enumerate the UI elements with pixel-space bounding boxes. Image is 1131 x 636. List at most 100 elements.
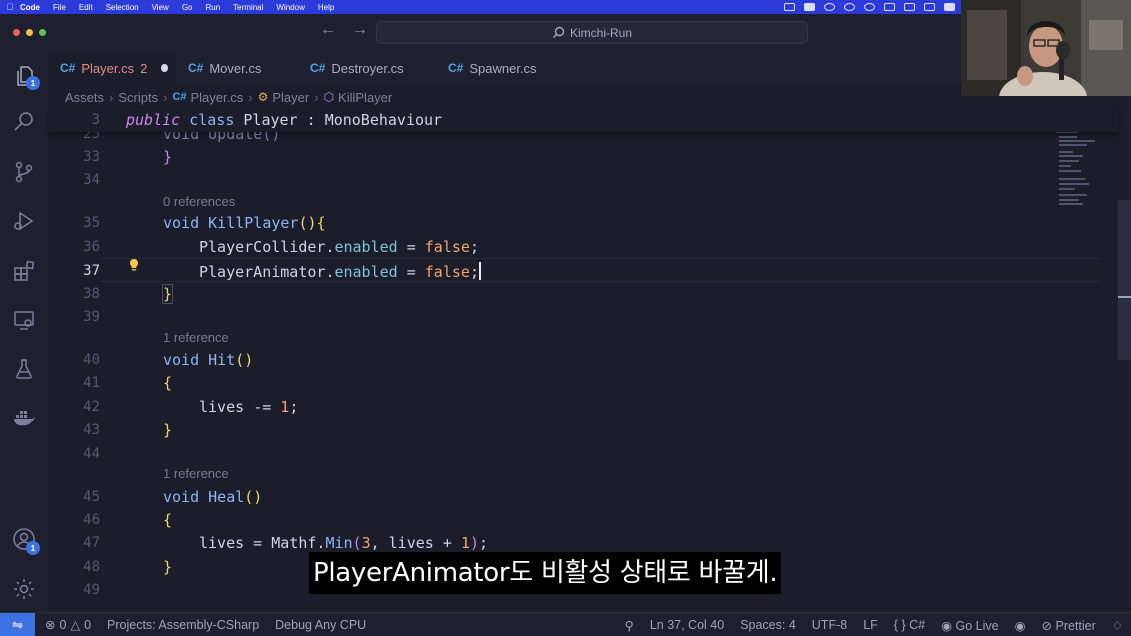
tab-label: Player.cs bbox=[81, 60, 135, 76]
codelens-references[interactable]: 0 references bbox=[163, 194, 235, 209]
volume-icon[interactable] bbox=[884, 3, 895, 11]
screen-record-icon[interactable] bbox=[784, 3, 795, 11]
apple-icon[interactable]:  bbox=[0, 2, 20, 12]
go-live-button[interactable]: ◉ Go Live bbox=[941, 618, 999, 633]
docker-icon[interactable] bbox=[12, 405, 36, 429]
source-control-icon[interactable] bbox=[12, 160, 36, 184]
battery-icon[interactable] bbox=[924, 3, 935, 11]
code-editor[interactable]: 25 void Update() 3 public class Player :… bbox=[48, 108, 1118, 612]
double-check-icon: ⊘ bbox=[1041, 618, 1052, 633]
menu-view[interactable]: View bbox=[152, 3, 169, 12]
remote-explorer-icon[interactable] bbox=[12, 308, 36, 332]
tab-destroyer-cs[interactable]: C# Destroyer.cs bbox=[298, 52, 436, 84]
code-line: void Hit() bbox=[163, 351, 254, 369]
indentation-status[interactable]: Spaces: 4 bbox=[740, 618, 796, 632]
chevron-right-icon: › bbox=[109, 89, 114, 105]
command-center-search[interactable]: Kimchi-Run bbox=[376, 21, 808, 44]
close-window-button[interactable] bbox=[13, 29, 20, 36]
code-line: } bbox=[163, 148, 173, 166]
error-icon: ⊗ bbox=[45, 618, 56, 632]
link-icon[interactable] bbox=[864, 3, 875, 11]
line-number: 42 bbox=[83, 399, 100, 415]
project-status[interactable]: Projects: Assembly-CSharp bbox=[107, 618, 259, 632]
sticky-scroll-header[interactable]: 3 public class Player : MonoBehaviour bbox=[48, 108, 1118, 132]
breadcrumb-file[interactable]: Player.cs bbox=[191, 90, 244, 105]
run-debug-icon[interactable] bbox=[12, 209, 36, 233]
encoding-status[interactable]: UTF-8 bbox=[812, 618, 847, 632]
menu-terminal[interactable]: Terminal bbox=[233, 3, 263, 12]
eol-status[interactable]: LF bbox=[863, 618, 878, 632]
line-number: 45 bbox=[83, 489, 100, 505]
menu-window[interactable]: Window bbox=[276, 3, 304, 12]
tab-mover-cs[interactable]: C# Mover.cs bbox=[176, 52, 298, 84]
line-number: 3 bbox=[91, 112, 100, 128]
breadcrumb: Assets › Scripts › C# Player.cs › ⚙ Play… bbox=[65, 88, 392, 106]
notifications-bell-icon[interactable]: ♢ bbox=[1112, 618, 1123, 633]
breadcrumb-class[interactable]: Player bbox=[272, 90, 309, 105]
testing-icon[interactable] bbox=[12, 357, 36, 381]
line-number: 34 bbox=[83, 172, 100, 188]
codelens-references[interactable]: 1 reference bbox=[163, 330, 229, 345]
remote-indicator-icon[interactable]: ⇋ bbox=[0, 612, 35, 636]
menu-run[interactable]: Run bbox=[205, 3, 220, 12]
code-line: public class Player : MonoBehaviour bbox=[126, 111, 443, 129]
tab-player-cs[interactable]: C# Player.cs 2 bbox=[48, 52, 176, 84]
line-number: 44 bbox=[83, 446, 100, 462]
line-number: 39 bbox=[83, 309, 100, 325]
extensions-icon[interactable] bbox=[12, 259, 36, 283]
csharp-file-icon: C# bbox=[172, 91, 187, 103]
breadcrumb-assets[interactable]: Assets bbox=[65, 90, 104, 105]
grammar-icon[interactable] bbox=[844, 3, 855, 11]
go-forward-icon[interactable]: → bbox=[352, 21, 368, 39]
build-config-status[interactable]: Debug Any CPU bbox=[275, 618, 366, 632]
copilot-icon[interactable]: ◉ bbox=[1015, 618, 1026, 633]
warning-icon: △ bbox=[70, 618, 81, 632]
error-count: 0 bbox=[59, 617, 67, 632]
line-number: 41 bbox=[83, 375, 100, 391]
code-line-current: PlayerAnimator.enabled = false; bbox=[199, 262, 481, 281]
breadcrumb-method[interactable]: KillPlayer bbox=[338, 90, 392, 105]
chevron-right-icon: › bbox=[314, 89, 319, 105]
lightbulb-icon[interactable] bbox=[128, 258, 140, 272]
settings-gear-icon[interactable] bbox=[12, 577, 36, 601]
menu-file[interactable]: File bbox=[53, 3, 66, 12]
menu-app-code[interactable]: Code bbox=[20, 3, 40, 12]
scrollbar-cursor-marker bbox=[1118, 296, 1131, 298]
code-line: PlayerCollider.enabled = false; bbox=[199, 238, 479, 256]
bluetooth-icon[interactable] bbox=[904, 3, 915, 11]
menubar-status-icons bbox=[784, 0, 955, 14]
traffic-lights bbox=[13, 29, 46, 36]
zoom-search-icon[interactable]: ⚲ bbox=[625, 618, 634, 633]
menu-selection[interactable]: Selection bbox=[106, 3, 139, 12]
line-number: 36 bbox=[83, 239, 100, 255]
line-number: 48 bbox=[83, 559, 100, 575]
webcam-image bbox=[961, 0, 1131, 96]
menu-help[interactable]: Help bbox=[318, 3, 334, 12]
unsaved-dot-icon[interactable] bbox=[161, 64, 168, 72]
zoom-window-button[interactable] bbox=[39, 29, 46, 36]
csharp-file-icon: C# bbox=[310, 61, 326, 75]
csharp-file-icon: C# bbox=[448, 61, 464, 75]
language-mode[interactable]: { } C# bbox=[894, 618, 925, 632]
history-navigation: ← → bbox=[320, 21, 368, 39]
line-number: 33 bbox=[83, 149, 100, 165]
menu-edit[interactable]: Edit bbox=[79, 3, 93, 12]
prettier-status[interactable]: ⊘ Prettier bbox=[1042, 618, 1096, 633]
tab-label: Spawner.cs bbox=[469, 60, 537, 76]
input-source-icon[interactable] bbox=[944, 3, 955, 11]
screen-mirror-icon[interactable] bbox=[804, 3, 815, 11]
search-sidebar-icon[interactable] bbox=[12, 110, 36, 134]
braces-icon: { } bbox=[893, 618, 906, 632]
minimize-window-button[interactable] bbox=[26, 29, 33, 36]
cursor-position[interactable]: Ln 37, Col 40 bbox=[650, 618, 724, 632]
vertical-scrollbar[interactable] bbox=[1118, 200, 1131, 360]
csharp-file-icon: C# bbox=[60, 61, 76, 75]
breadcrumb-scripts[interactable]: Scripts bbox=[118, 90, 158, 105]
problems-indicator[interactable]: ⊗ 0 △ 0 bbox=[45, 617, 91, 633]
tab-spawner-cs[interactable]: C# Spawner.cs bbox=[436, 52, 566, 84]
webcam-overlay bbox=[961, 0, 1131, 96]
codelens-references[interactable]: 1 reference bbox=[163, 466, 229, 481]
control-center-icon[interactable] bbox=[824, 3, 835, 11]
go-back-icon[interactable]: ← bbox=[320, 21, 336, 39]
menu-go[interactable]: Go bbox=[182, 3, 193, 12]
